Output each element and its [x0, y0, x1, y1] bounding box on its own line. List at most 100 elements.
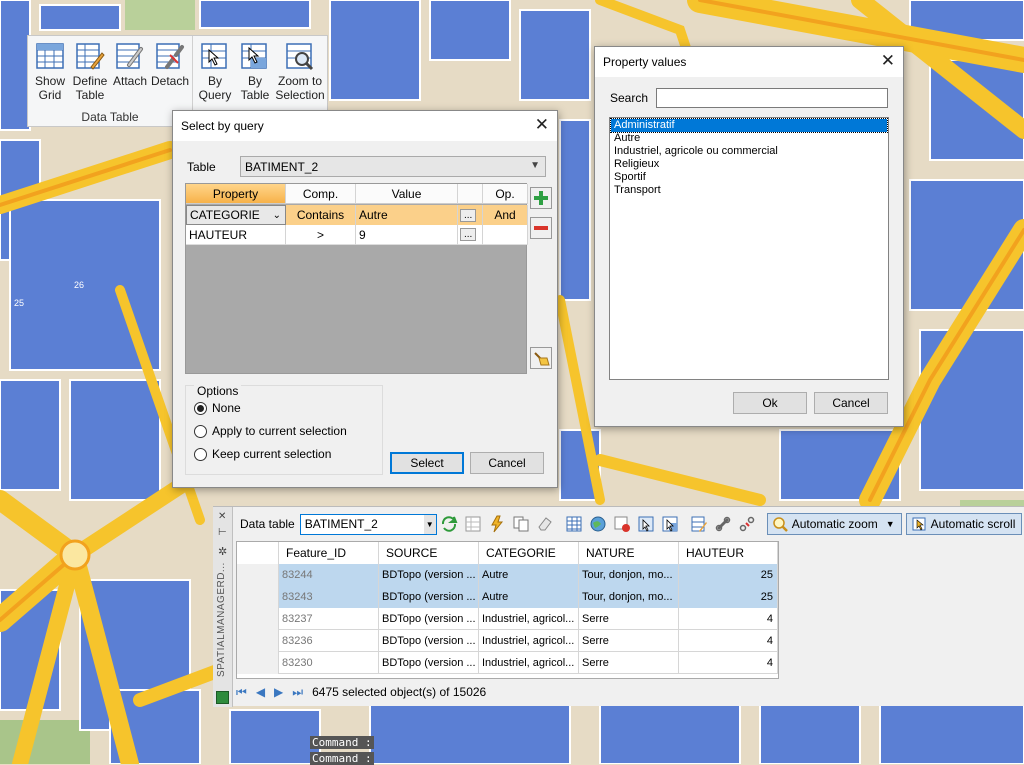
option-none-radio[interactable]: None [194, 401, 241, 415]
data-table-panel: ✕ ⊢ ✲ SPATIALMANAGERD... Data table BATI… [213, 506, 1024, 707]
automatic-zoom-button[interactable]: Automatic zoom ▼ [766, 513, 902, 535]
list-item[interactable]: Sportif [611, 171, 887, 184]
column-header-feature-id[interactable]: Feature_ID [279, 542, 379, 564]
clear-conditions-button[interactable] [530, 347, 552, 369]
value-picker-button[interactable]: ... [460, 228, 477, 241]
column-header-property[interactable]: Property [186, 184, 286, 204]
column-header-op[interactable]: Op. [483, 184, 528, 204]
value-picker-button[interactable]: ... [460, 208, 477, 222]
table-row[interactable]: 83236 BDTopo (version ... Industriel, ag… [237, 630, 778, 652]
attach-icon [116, 43, 143, 69]
refresh-icon[interactable] [440, 515, 458, 533]
op-cell[interactable] [483, 225, 528, 245]
close-icon[interactable]: ✕ [881, 52, 895, 70]
unlink-icon[interactable] [738, 515, 756, 533]
property-cell[interactable]: HAUTEUR [186, 225, 286, 245]
delete-record-icon[interactable] [613, 515, 631, 533]
property-select[interactable]: CATEGORIE ⌄ [186, 205, 286, 225]
select-button[interactable]: Select [390, 452, 464, 474]
grid-view-icon[interactable] [565, 515, 583, 533]
define-table-icon [76, 43, 105, 70]
data-table-select[interactable]: BATIMENT_2 ▼ [299, 513, 437, 535]
row-header[interactable] [237, 652, 279, 674]
remove-condition-button[interactable] [530, 217, 552, 239]
map-label-26: 26 [74, 280, 85, 290]
search-input[interactable] [656, 88, 888, 108]
table-row[interactable]: 83237 BDTopo (version ... Industriel, ag… [237, 608, 778, 630]
table-grid-icon[interactable] [464, 515, 482, 533]
value-cell[interactable]: 9 [356, 225, 458, 245]
table-row[interactable]: 83230 BDTopo (version ... Industriel, ag… [237, 652, 778, 674]
next-record-icon[interactable]: ▶ [274, 685, 283, 699]
globe-icon[interactable] [589, 515, 607, 533]
select-by-table-button[interactable]: By Table [235, 39, 275, 102]
option-keep-current-radio[interactable]: Keep current selection [194, 447, 331, 461]
row-header[interactable] [237, 586, 279, 608]
link-icon[interactable] [714, 515, 732, 533]
previous-record-icon[interactable]: ◀ [256, 685, 265, 699]
automatic-scroll-button[interactable]: Automatic scroll [905, 513, 1023, 535]
list-item[interactable]: Transport [611, 184, 887, 197]
cancel-button[interactable]: Cancel [470, 452, 544, 474]
list-item[interactable]: Administratif [610, 118, 888, 133]
define-table-button[interactable]: Define Table [70, 39, 110, 102]
row-header[interactable] [237, 564, 279, 586]
cell-source: BDTopo (version ... [379, 564, 479, 586]
row-header[interactable] [237, 630, 279, 652]
last-record-icon[interactable]: ⏭ [292, 685, 303, 700]
select-by-query-dialog: Select by query ✕ Table BATIMENT_2 ▼ Pro… [172, 110, 558, 488]
op-cell[interactable]: And [483, 205, 528, 225]
value-cell[interactable]: Autre [356, 205, 458, 225]
table-row[interactable]: 83243 BDTopo (version ... Autre Tour, do… [237, 586, 778, 608]
command-line-1[interactable]: Command : [310, 736, 374, 749]
data-table-grid[interactable]: Feature_ID SOURCE CATEGORIE NATURE HAUTE… [236, 541, 779, 679]
comp-cell[interactable]: Contains [286, 205, 356, 225]
table-icon [216, 691, 229, 704]
show-grid-button[interactable]: Show Grid [30, 39, 70, 102]
cell-nature: Tour, donjon, mo... [579, 564, 679, 586]
cell-source: BDTopo (version ... [379, 608, 479, 630]
attach-button[interactable]: Attach [110, 39, 150, 102]
list-item[interactable]: Religieux [611, 158, 887, 171]
ok-button[interactable]: Ok [733, 392, 807, 414]
query-row[interactable]: CATEGORIE ⌄ Contains Autre ... And [186, 205, 528, 225]
close-icon[interactable]: ✕ [535, 116, 549, 134]
select-by-query-button[interactable]: By Query [195, 39, 235, 102]
option-apply-current-radio[interactable]: Apply to current selection [194, 424, 347, 438]
radio-selected-icon [194, 401, 207, 415]
query-grid[interactable]: Property Comp. Value Op. CATEGORIE ⌄ Con… [185, 183, 528, 374]
query-row[interactable]: HAUTEUR > 9 ... [186, 225, 528, 245]
list-item[interactable]: Autre [611, 132, 887, 145]
select-record-icon[interactable] [637, 515, 655, 533]
list-item[interactable]: Industriel, agricole ou commercial [611, 145, 887, 158]
cell-source: BDTopo (version ... [379, 630, 479, 652]
eraser-icon[interactable] [536, 515, 554, 533]
row-header[interactable] [237, 608, 279, 630]
column-header-source[interactable]: SOURCE [379, 542, 479, 564]
add-condition-button[interactable] [530, 187, 552, 209]
plus-icon [534, 191, 548, 205]
close-icon[interactable]: ✕ [218, 511, 226, 522]
define-table-icon[interactable] [690, 515, 708, 533]
select-table-record-icon[interactable] [661, 515, 679, 533]
table-select[interactable]: BATIMENT_2 ▼ [240, 156, 546, 177]
zoom-icon [772, 517, 788, 532]
column-header-comp[interactable]: Comp. [286, 184, 356, 204]
command-line-2[interactable]: Command : [310, 752, 374, 765]
column-header-value[interactable]: Value [356, 184, 458, 204]
settings-icon[interactable]: ✲ [218, 545, 227, 558]
column-header-hauteur[interactable]: HAUTEUR [679, 542, 778, 564]
column-header-categorie[interactable]: CATEGORIE [479, 542, 579, 564]
column-header-nature[interactable]: NATURE [579, 542, 679, 564]
chevron-down-icon: ⌄ [272, 209, 281, 221]
property-values-list[interactable]: Administratif Autre Industriel, agricole… [609, 117, 889, 380]
table-row[interactable]: 83244 BDTopo (version ... Autre Tour, do… [237, 564, 778, 586]
detach-button[interactable]: Detach [150, 39, 190, 102]
first-record-icon[interactable]: ⏮ [236, 685, 247, 700]
flash-icon[interactable] [488, 515, 506, 533]
comp-cell[interactable]: > [286, 225, 356, 245]
pin-icon[interactable]: ⊢ [218, 527, 227, 538]
zoom-to-selection-button[interactable]: Zoom to Selection [275, 39, 325, 102]
cancel-button[interactable]: Cancel [814, 392, 888, 414]
copy-icon[interactable] [512, 515, 530, 533]
